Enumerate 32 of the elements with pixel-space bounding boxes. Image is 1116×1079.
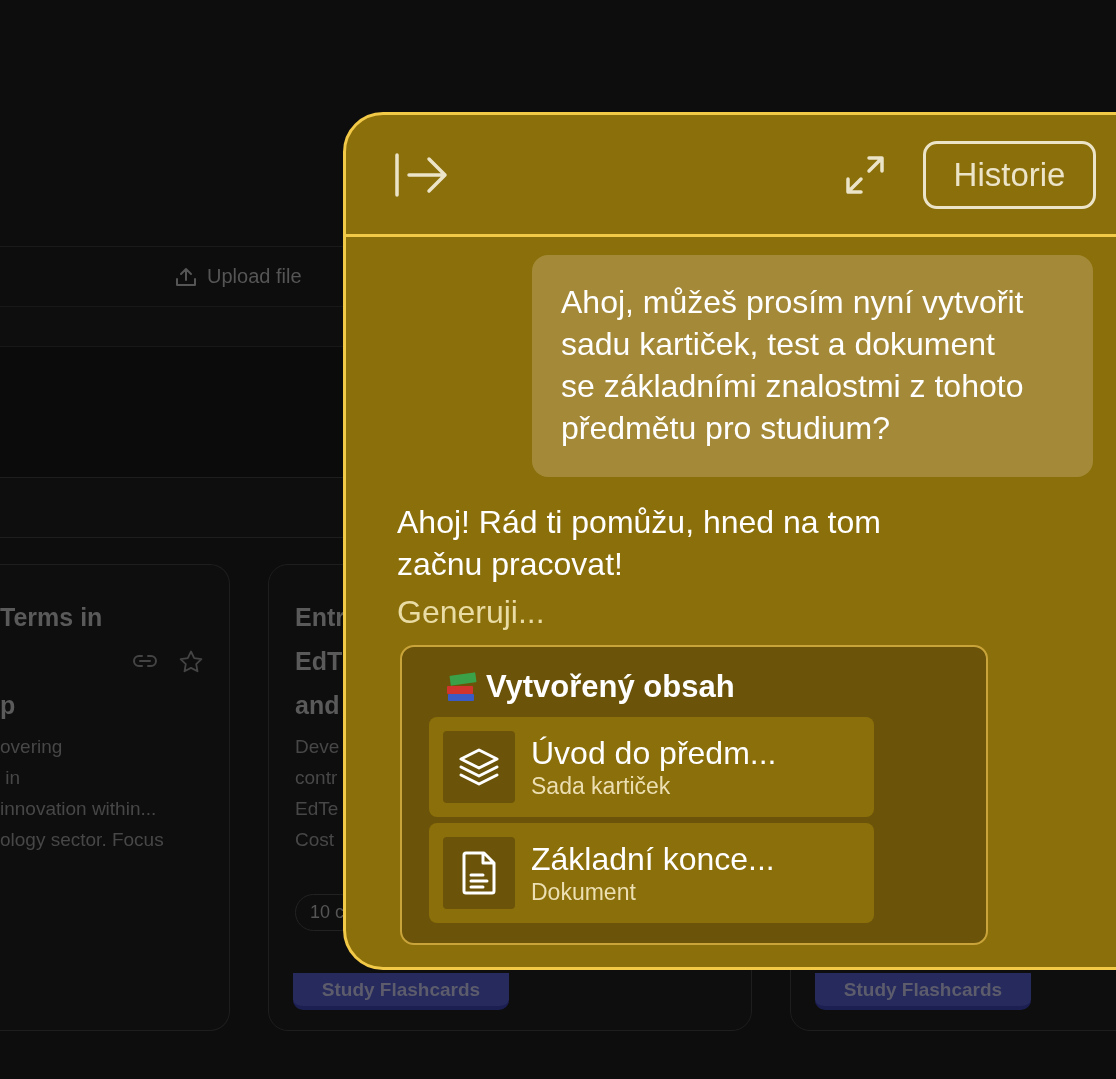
card-description: innovation within...	[0, 797, 157, 821]
card-title: and	[295, 690, 340, 721]
card-description: ology sector. Focus	[0, 828, 164, 852]
card-description: Deve	[295, 735, 340, 759]
generating-status: Generuji...	[397, 593, 546, 632]
card-description: overing	[0, 735, 63, 759]
card-description: EdTe	[295, 797, 339, 821]
item-title: Úvod do předm...	[531, 734, 777, 772]
card-title: p	[0, 690, 16, 721]
content-item[interactable]: Úvod do předm... Sada kartiček	[429, 717, 874, 817]
upload-icon	[175, 266, 197, 287]
document-icon	[461, 851, 497, 895]
item-type: Dokument	[531, 878, 637, 906]
expand-icon[interactable]	[845, 154, 885, 195]
item-type: Sada kartiček	[531, 772, 672, 800]
link-icon[interactable]	[133, 654, 157, 668]
star-icon[interactable]	[179, 649, 203, 673]
assistant-message: Ahoj! Rád ti pomůžu, hned na tom začnu pracovat!	[397, 503, 882, 584]
content-title: Vytvořený obsah	[486, 669, 735, 705]
card-description: contr	[295, 766, 338, 790]
card-description: Cost	[295, 828, 335, 852]
card-title: Terms in	[0, 602, 103, 633]
card-title: Entr	[295, 602, 345, 633]
item-title: Základní konce...	[531, 840, 775, 878]
books-icon	[444, 670, 478, 704]
upload-button[interactable]: Upload file	[175, 265, 302, 288]
user-message: Ahoj, můžeš prosím nyní vytvořit sadu kartiček, test a dokument se základními znalostmi z tohoto předmětu pro studium?	[532, 255, 1093, 477]
history-button[interactable]: Historie	[923, 140, 1096, 209]
content-item[interactable]: Základní konce... Dokument	[429, 823, 874, 923]
card-title: EdT	[295, 646, 343, 677]
collapse-panel-icon[interactable]	[394, 152, 448, 197]
card-description: in	[4, 766, 21, 790]
